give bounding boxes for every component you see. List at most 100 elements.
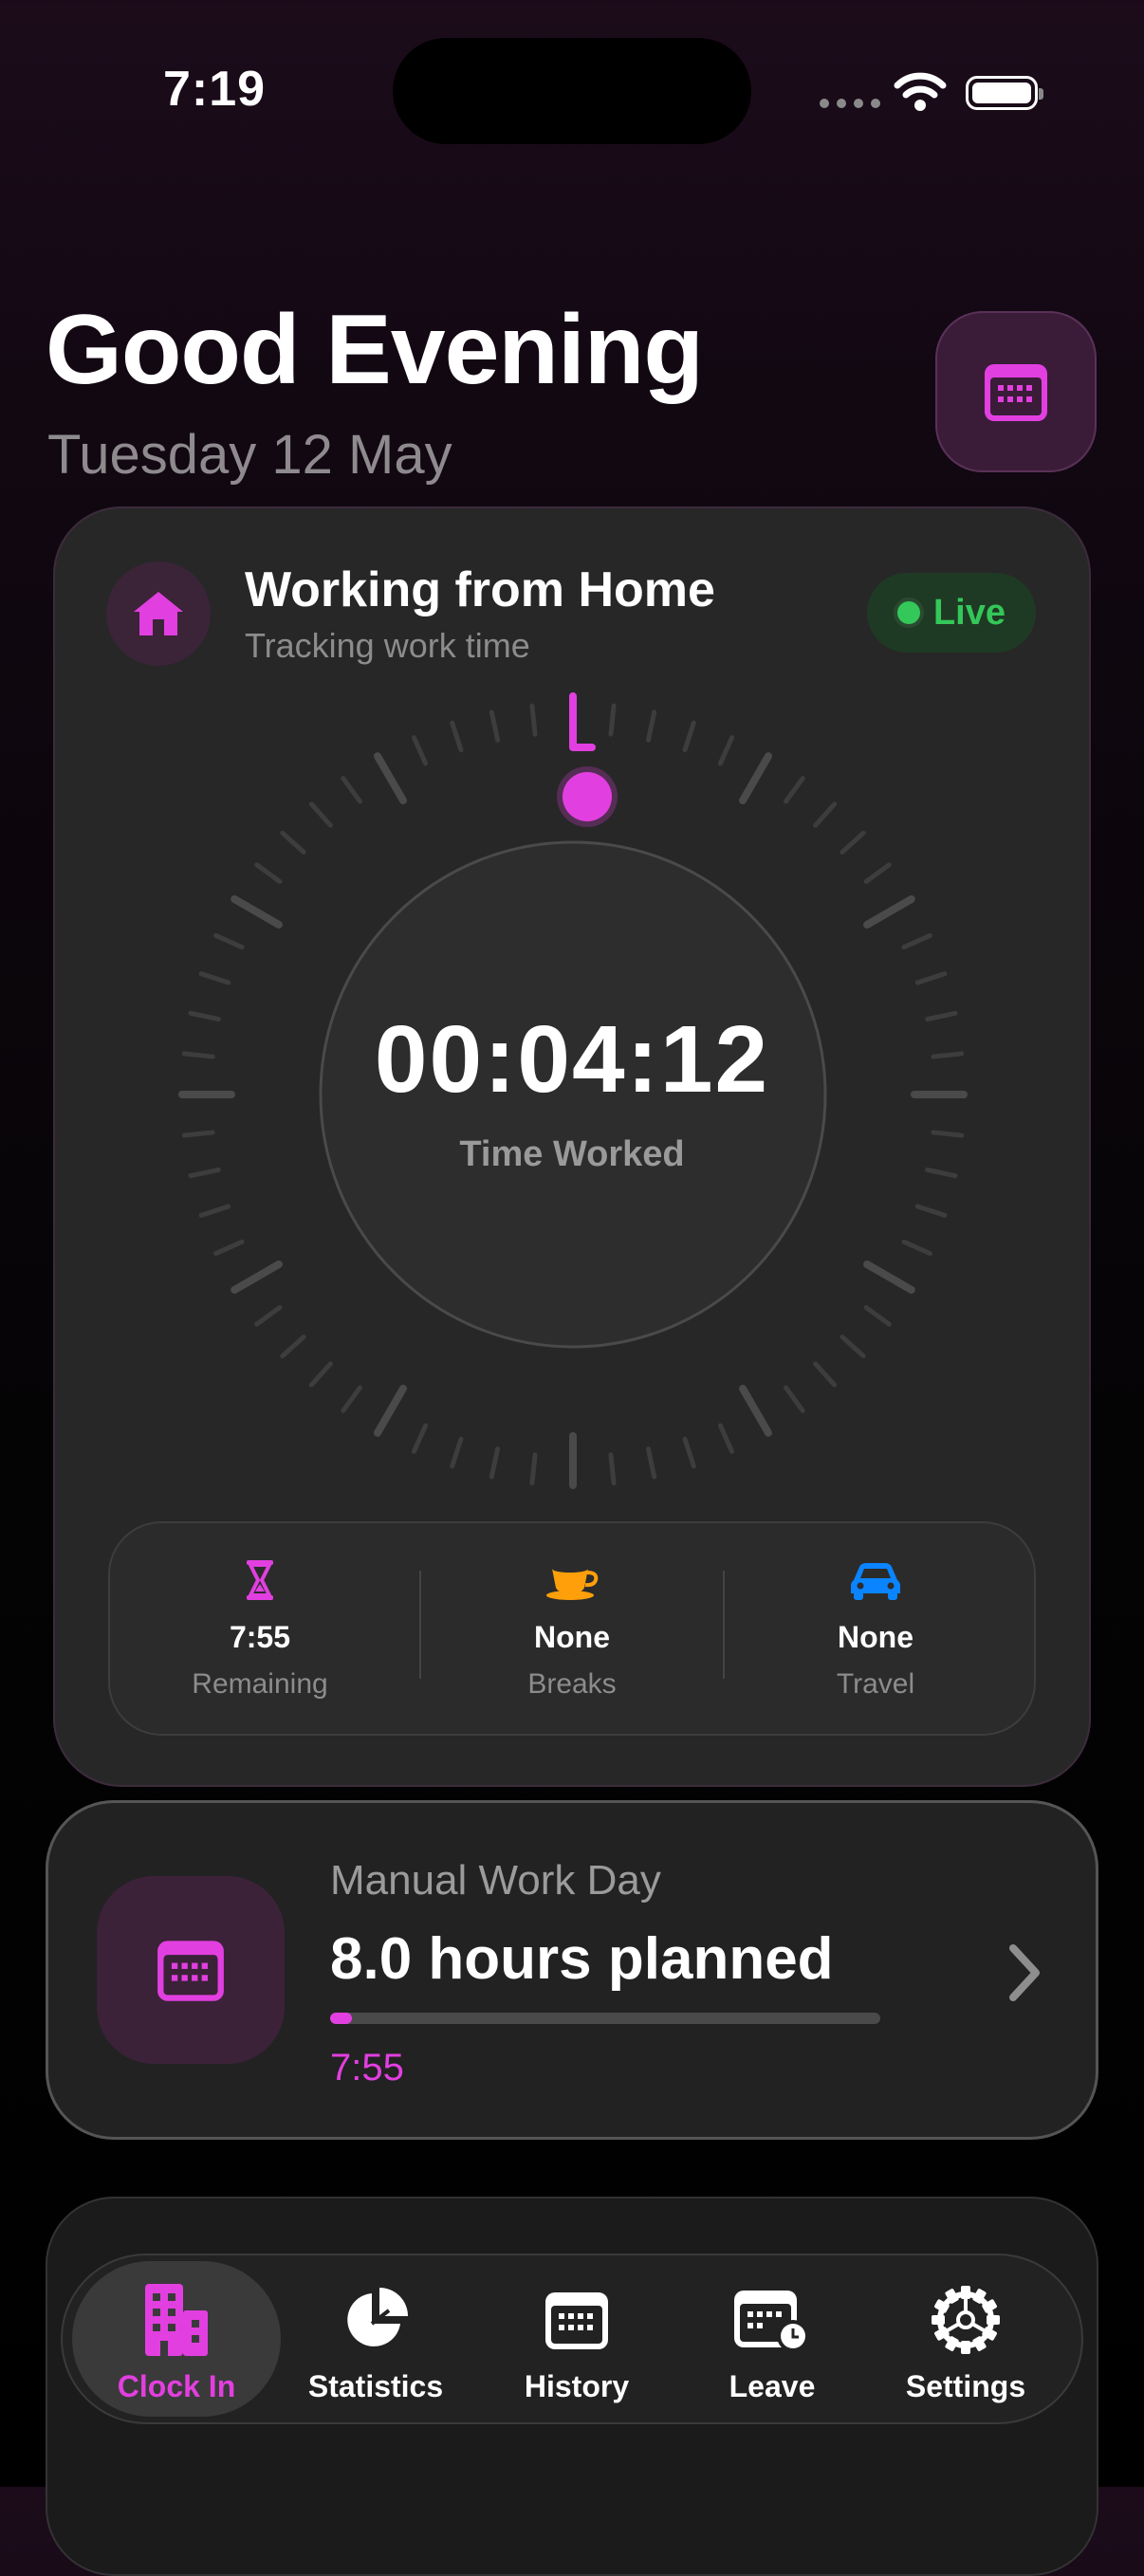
dial-tick: [784, 1385, 805, 1413]
dial-tick: [914, 971, 948, 985]
live-status-label: Live: [932, 592, 1006, 633]
live-dot-icon: [896, 601, 920, 624]
dial-tick: [374, 752, 407, 804]
dial-tick: [608, 703, 617, 737]
dial-tick: [213, 1239, 245, 1257]
pie-chart-icon: [347, 2288, 408, 2346]
dial-tick: [840, 1334, 866, 1359]
work-mode-title: Working from Home: [245, 562, 715, 617]
tab-label: Clock In: [117, 2369, 236, 2403]
dial-tick: [411, 1423, 429, 1454]
gear-hub: [956, 2310, 975, 2329]
dial-tick: [717, 735, 735, 766]
tab-label: Settings: [905, 2369, 1026, 2403]
car-icon: [851, 1563, 900, 1600]
work-mode-subtitle: Tracking work time: [245, 626, 530, 665]
stat-value: None: [838, 1620, 913, 1654]
dial-tick: [213, 932, 245, 950]
dial-tick: [374, 1385, 407, 1437]
dial-tick: [914, 1204, 948, 1218]
gear-spoke: [944, 2322, 961, 2334]
dial-tick: [813, 1361, 838, 1388]
progress-dot: [563, 772, 612, 821]
day-progress-fill: [330, 2013, 353, 2024]
dial-tick: [254, 862, 283, 884]
dial-tick: [739, 752, 772, 804]
stat-label: Travel: [836, 1668, 915, 1700]
gear-icon: [932, 2286, 1000, 2354]
manual-day-badge: [97, 1876, 285, 2064]
tab-leave[interactable]: Leave: [677, 2261, 867, 2417]
dial-tick: [280, 1334, 306, 1359]
dial-tick: [645, 709, 657, 743]
dial-tick: [645, 1446, 657, 1480]
elapsed-time-label: Time Worked: [459, 1134, 685, 1174]
calendar-icon: [157, 1941, 224, 2001]
dial-tick: [901, 1239, 932, 1257]
dial-tick: [254, 1305, 283, 1327]
dial-tick: [450, 1436, 464, 1469]
dial-tick: [450, 720, 464, 753]
dial-tick: [813, 801, 838, 828]
status-time: 7:19: [163, 62, 267, 117]
stat-label: Breaks: [527, 1668, 617, 1700]
dial-tick: [863, 1305, 892, 1327]
chevron-right-icon[interactable]: [1006, 1942, 1043, 2003]
stat-breaks: None Breaks: [420, 1559, 724, 1701]
dynamic-island: [393, 38, 751, 144]
tab-history[interactable]: History: [482, 2261, 672, 2417]
current-date: Tuesday 12 May: [47, 424, 452, 486]
cellular-signal-icon: [820, 99, 880, 108]
calendar-icon: [545, 2292, 608, 2349]
tab-label: Statistics: [307, 2369, 444, 2403]
location-badge: [106, 561, 211, 666]
dial-tick: [863, 895, 915, 929]
tab-label: Leave: [729, 2369, 816, 2403]
dial-tick: [341, 776, 362, 804]
stat-value: None: [534, 1620, 610, 1654]
dial-tick: [411, 735, 429, 766]
calendar-icon: [985, 364, 1047, 421]
stat-label: Remaining: [192, 1668, 328, 1700]
tab-statistics[interactable]: Statistics: [281, 2261, 471, 2417]
dial-tick: [863, 862, 892, 884]
progress-marker: [569, 692, 596, 751]
tab-clock-in[interactable]: Clock In: [72, 2261, 281, 2417]
dial-tick: [840, 830, 866, 855]
calendar-button[interactable]: [935, 311, 1097, 472]
dial-tick: [863, 1260, 915, 1294]
wifi-icon: [894, 72, 947, 111]
stat-travel: None Travel: [724, 1559, 1027, 1701]
live-status-badge: Live: [867, 573, 1036, 653]
manual-day-title: Manual Work Day: [330, 1857, 661, 1904]
stat-remaining: 7:55 Remaining: [108, 1559, 412, 1701]
home-icon: [134, 592, 183, 635]
stat-value: 7:55: [229, 1620, 291, 1654]
dial-tick: [489, 1446, 501, 1480]
dial-tick: [682, 1436, 696, 1469]
dial-tick: [308, 1361, 333, 1388]
dial-tick: [280, 830, 306, 855]
coffee-cup-icon: [546, 1565, 599, 1600]
dial-tick: [198, 971, 231, 985]
dial-tick: [308, 801, 333, 828]
battery-icon: [966, 76, 1043, 110]
day-progress-bar: [330, 2013, 880, 2024]
dial-tick: [901, 932, 932, 950]
dial-tick: [341, 1385, 362, 1413]
dial-tick: [784, 776, 805, 804]
manual-remaining-time: 7:55: [330, 2047, 404, 2088]
planned-hours: 8.0 hours planned: [330, 1926, 834, 1992]
tab-settings[interactable]: Settings: [871, 2261, 1061, 2417]
greeting-title: Good Evening: [46, 295, 704, 405]
gear-spoke: [970, 2322, 987, 2334]
dial-tick: [529, 703, 538, 737]
calendar-clock-icon: [734, 2291, 809, 2352]
dial-tick: [529, 1452, 538, 1486]
dial-tick: [489, 709, 501, 743]
tab-label: History: [524, 2369, 630, 2403]
elapsed-time: 00:04:12: [374, 1006, 770, 1113]
dial-tick: [682, 720, 696, 753]
dial-tick: [231, 895, 283, 929]
session-stats-panel: 7:55 Remaining None Breaks None Travel: [108, 1521, 1036, 1736]
